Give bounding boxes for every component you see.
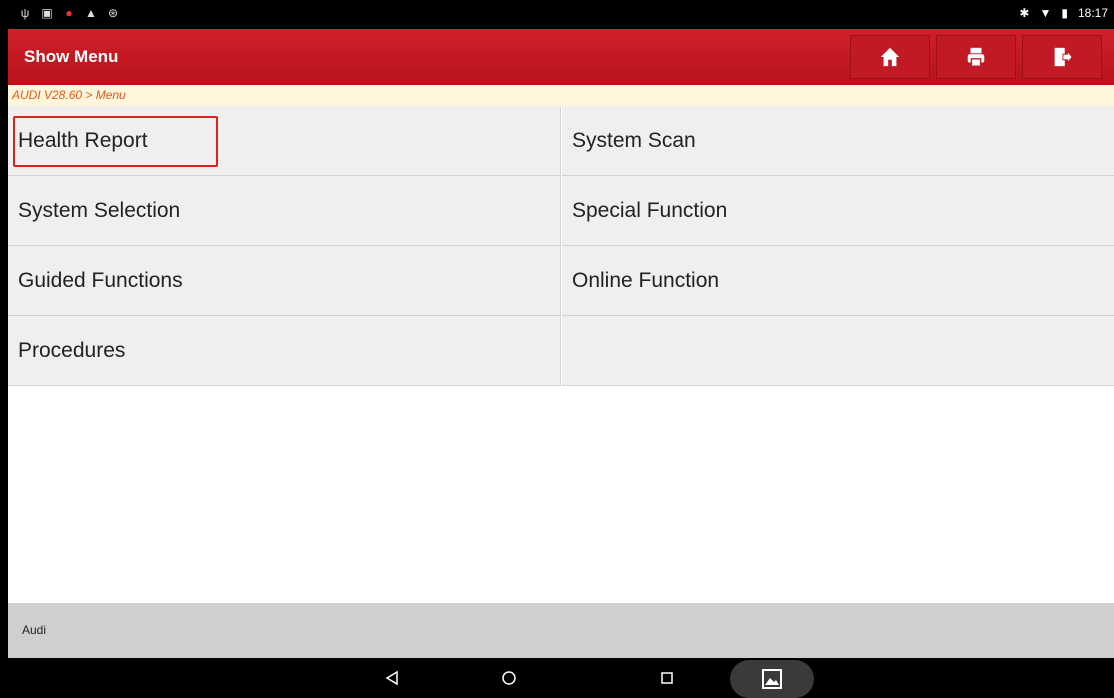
status-icons-left: ψ ▣ ● ▲ ⊛ bbox=[18, 6, 120, 20]
menu-item-label: System Selection bbox=[18, 199, 181, 222]
menu-item-label: Guided Functions bbox=[18, 269, 183, 292]
recent-apps-icon bbox=[661, 672, 673, 684]
menu-item-procedures[interactable]: Procedures bbox=[8, 316, 561, 386]
app-icon: ● bbox=[65, 6, 73, 20]
app-frame: ψ ▣ ● ▲ ⊛ ✱ ▼ ▮ 18:17 Show Menu AUDI V28… bbox=[8, 0, 1114, 698]
menu-item-label: Online Function bbox=[572, 269, 720, 292]
menu-item-system-scan[interactable]: System Scan bbox=[562, 106, 1114, 176]
settings-icon: ⊛ bbox=[107, 6, 119, 20]
exit-button[interactable] bbox=[1022, 35, 1102, 79]
menu-item-empty bbox=[562, 316, 1114, 386]
print-button[interactable] bbox=[936, 35, 1016, 79]
usb-icon: ψ bbox=[20, 6, 30, 20]
home-circle-icon bbox=[502, 671, 516, 685]
gallery-button[interactable] bbox=[730, 660, 814, 698]
print-icon bbox=[967, 47, 985, 67]
page-title: Show Menu bbox=[24, 47, 119, 66]
warning-icon: ▲ bbox=[85, 6, 97, 20]
menu-item-online-function[interactable]: Online Function bbox=[562, 246, 1114, 316]
gallery-icon bbox=[762, 669, 782, 689]
home-icon bbox=[880, 47, 900, 67]
menu-item-health-report[interactable]: Health Report bbox=[8, 106, 561, 176]
status-icons-right: ✱ ▼ ▮ 18:17 bbox=[1019, 6, 1108, 20]
navigation-bar bbox=[8, 658, 1114, 698]
bluetooth-icon: ✱ bbox=[1019, 6, 1030, 20]
menu-item-system-selection[interactable]: System Selection bbox=[8, 176, 561, 246]
footer-bar: Audi bbox=[8, 603, 1114, 658]
menu-item-label: Special Function bbox=[572, 199, 728, 222]
header-bar: Show Menu bbox=[8, 29, 1114, 85]
status-bar: ψ ▣ ● ▲ ⊛ ✱ ▼ ▮ 18:17 bbox=[8, 0, 1114, 29]
menu-item-guided-functions[interactable]: Guided Functions bbox=[8, 246, 561, 316]
screenshot-icon: ▣ bbox=[41, 6, 53, 20]
vehicle-label: Audi bbox=[22, 623, 47, 637]
battery-icon: ▮ bbox=[1061, 6, 1068, 20]
breadcrumb: AUDI V28.60 > Menu bbox=[8, 85, 1114, 106]
clock: 18:17 bbox=[1077, 6, 1108, 20]
wifi-icon: ▼ bbox=[1039, 6, 1052, 20]
menu-item-label: System Scan bbox=[572, 129, 696, 152]
recent-apps-button[interactable] bbox=[655, 666, 679, 690]
nav-home-button[interactable] bbox=[497, 666, 521, 690]
exit-icon bbox=[1054, 47, 1073, 67]
back-button[interactable] bbox=[380, 666, 404, 690]
menu-item-special-function[interactable]: Special Function bbox=[562, 176, 1114, 246]
highlight-box bbox=[13, 116, 218, 167]
back-icon bbox=[385, 670, 398, 686]
menu-item-label: Procedures bbox=[18, 339, 126, 362]
home-button[interactable] bbox=[850, 35, 930, 79]
